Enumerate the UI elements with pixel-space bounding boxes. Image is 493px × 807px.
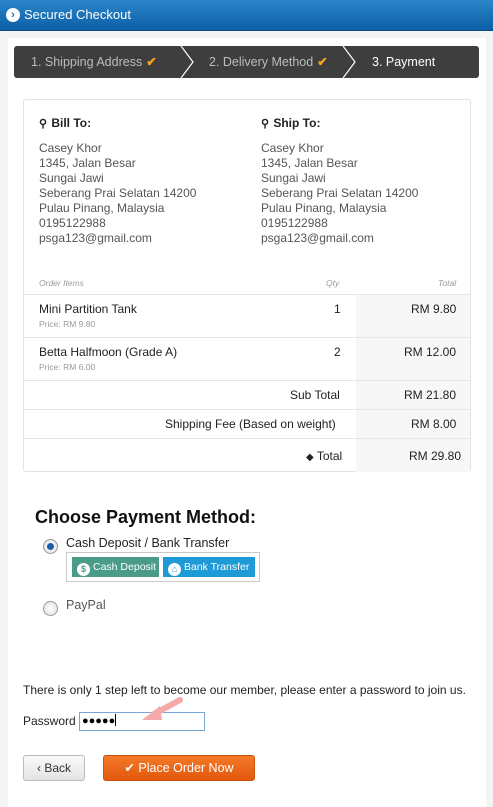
total-label-text: Total — [316, 449, 343, 463]
bill-to-line4: Pulau Pinang, Malaysia — [39, 201, 165, 215]
step-delivery-method[interactable]: 2. Delivery Method ✔ — [209, 46, 328, 78]
ship-to-email: psga123@gmail.com — [261, 231, 374, 245]
item-name: Betta Halfmoon (Grade A) — [39, 345, 178, 359]
item-price: Price: RM 9.80 — [39, 319, 96, 329]
step-label: 1. Shipping Address — [31, 55, 143, 69]
window-titlebar: › Secured Checkout — [0, 0, 493, 31]
ship-to-name: Casey Khor — [261, 141, 324, 155]
subtotal-label: Sub Total — [290, 388, 340, 402]
total-value: RM 29.80 — [409, 449, 462, 463]
divider — [24, 409, 470, 410]
subtotal-value: RM 21.80 — [404, 388, 457, 402]
step-label: 2. Delivery Method — [209, 55, 314, 69]
password-label: Password — [23, 714, 76, 728]
map-marker-icon: ⚲ — [39, 118, 48, 130]
check-icon: ✔ — [124, 761, 135, 775]
bill-to-line2: Sungai Jawi — [39, 171, 104, 185]
badge-label: Bank Transfer — [184, 561, 250, 573]
header-total: Total — [438, 278, 457, 288]
tag-icon: ◆ — [306, 452, 314, 463]
ship-to-line1: 1345, Jalan Besar — [261, 156, 358, 170]
bill-to-line3: Seberang Prai Selatan 14200 — [39, 186, 197, 200]
ship-to-line3: Seberang Prai Selatan 14200 — [261, 186, 419, 200]
bill-to-email: psga123@gmail.com — [39, 231, 152, 245]
check-icon: ✔ — [317, 55, 328, 69]
bill-to-phone: 0195122988 — [39, 216, 106, 230]
back-button[interactable]: ‹ Back — [23, 755, 85, 781]
place-order-button[interactable]: ✔ Place Order Now — [103, 755, 255, 781]
back-circle-icon[interactable]: › — [6, 8, 20, 22]
item-price: Price: RM 6.00 — [39, 362, 96, 372]
step-shipping-address[interactable]: 1. Shipping Address ✔ — [31, 46, 157, 78]
chevron-left-icon: ‹ — [36, 761, 41, 775]
item-total: RM 9.80 — [411, 302, 457, 316]
pointer-arrow-icon — [142, 697, 183, 720]
item-qty: 2 — [334, 345, 341, 359]
dollar-icon: $ — [77, 563, 90, 576]
step-separator-icon — [180, 46, 194, 78]
payment-method-heading: Choose Payment Method: — [35, 507, 257, 527]
ship-to-line4: Pulau Pinang, Malaysia — [261, 201, 387, 215]
header-order-items: Order Items — [39, 278, 84, 288]
order-summary: ⚲ Bill To: Casey Khor 1345, Jalan Besar … — [23, 99, 471, 472]
option-paypal-label[interactable]: PayPal — [66, 598, 106, 612]
bill-to-address: ⚲ Bill To: Casey Khor 1345, Jalan Besar … — [39, 116, 196, 246]
member-note: There is only 1 step left to become our … — [23, 683, 466, 697]
divider — [24, 438, 470, 439]
bill-to-name: Casey Khor — [39, 141, 102, 155]
password-mask: ●●●●● — [82, 715, 116, 727]
item-qty: 1 — [334, 302, 341, 316]
item-name: Mini Partition Tank — [39, 302, 137, 316]
back-label: Back — [44, 761, 72, 775]
option-cash-deposit-label[interactable]: Cash Deposit / Bank Transfer — [66, 536, 229, 550]
bank-transfer-badge: ⌂ Bank Transfer — [163, 557, 255, 577]
ship-to-address: ⚲ Ship To: Casey Khor 1345, Jalan Besar … — [261, 116, 418, 246]
step-label: 3. Payment — [372, 55, 436, 69]
divider — [24, 294, 470, 295]
divider — [24, 380, 470, 381]
check-icon: ✔ — [146, 55, 157, 69]
step-payment[interactable]: 3. Payment — [372, 46, 435, 78]
shipping-fee-value: RM 8.00 — [411, 417, 457, 431]
map-marker-icon: ⚲ — [261, 118, 270, 130]
step-separator-icon — [342, 46, 356, 78]
window-title: Secured Checkout — [24, 7, 131, 22]
ship-to-phone: 0195122988 — [261, 216, 328, 230]
radio-paypal[interactable] — [43, 601, 58, 616]
shipping-fee-label: Shipping Fee (Based on weight) — [165, 417, 336, 431]
total-label: ◆ Total — [306, 449, 342, 463]
checkout-steps: 1. Shipping Address ✔ 2. Delivery Method ✔… — [14, 46, 479, 78]
cash-deposit-badge: $ Cash Deposit — [72, 557, 159, 577]
badge-label: Cash Deposit — [93, 561, 157, 573]
bill-to-heading: Bill To: — [51, 116, 92, 130]
payment-badges: $ Cash Deposit ⌂ Bank Transfer — [66, 552, 260, 582]
total-column-shade — [356, 294, 470, 472]
ship-to-line2: Sungai Jawi — [261, 171, 326, 185]
header-qty: Qty — [326, 278, 340, 288]
item-total: RM 12.00 — [404, 345, 457, 359]
bank-icon: ⌂ — [168, 563, 181, 576]
bill-to-line1: 1345, Jalan Besar — [39, 156, 136, 170]
divider — [24, 337, 470, 338]
radio-cash-deposit[interactable] — [43, 539, 58, 554]
text-cursor — [115, 714, 117, 726]
place-order-label: Place Order Now — [138, 761, 234, 775]
ship-to-heading: Ship To: — [273, 116, 321, 130]
